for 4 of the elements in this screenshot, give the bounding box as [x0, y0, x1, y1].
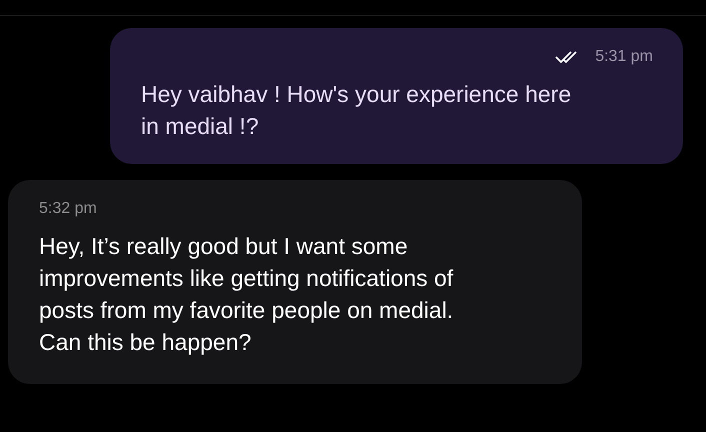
message-time: 5:32 pm — [39, 200, 97, 218]
message-text: Hey, It’s really good but I want some improvements like getting notifications of posts from my favorite people on medial. Can this be happen? — [39, 232, 454, 357]
message-time: 5:31 pm — [595, 48, 653, 66]
message-text: Hey vaibhav ! How's your experience here in medial !? — [141, 80, 572, 141]
